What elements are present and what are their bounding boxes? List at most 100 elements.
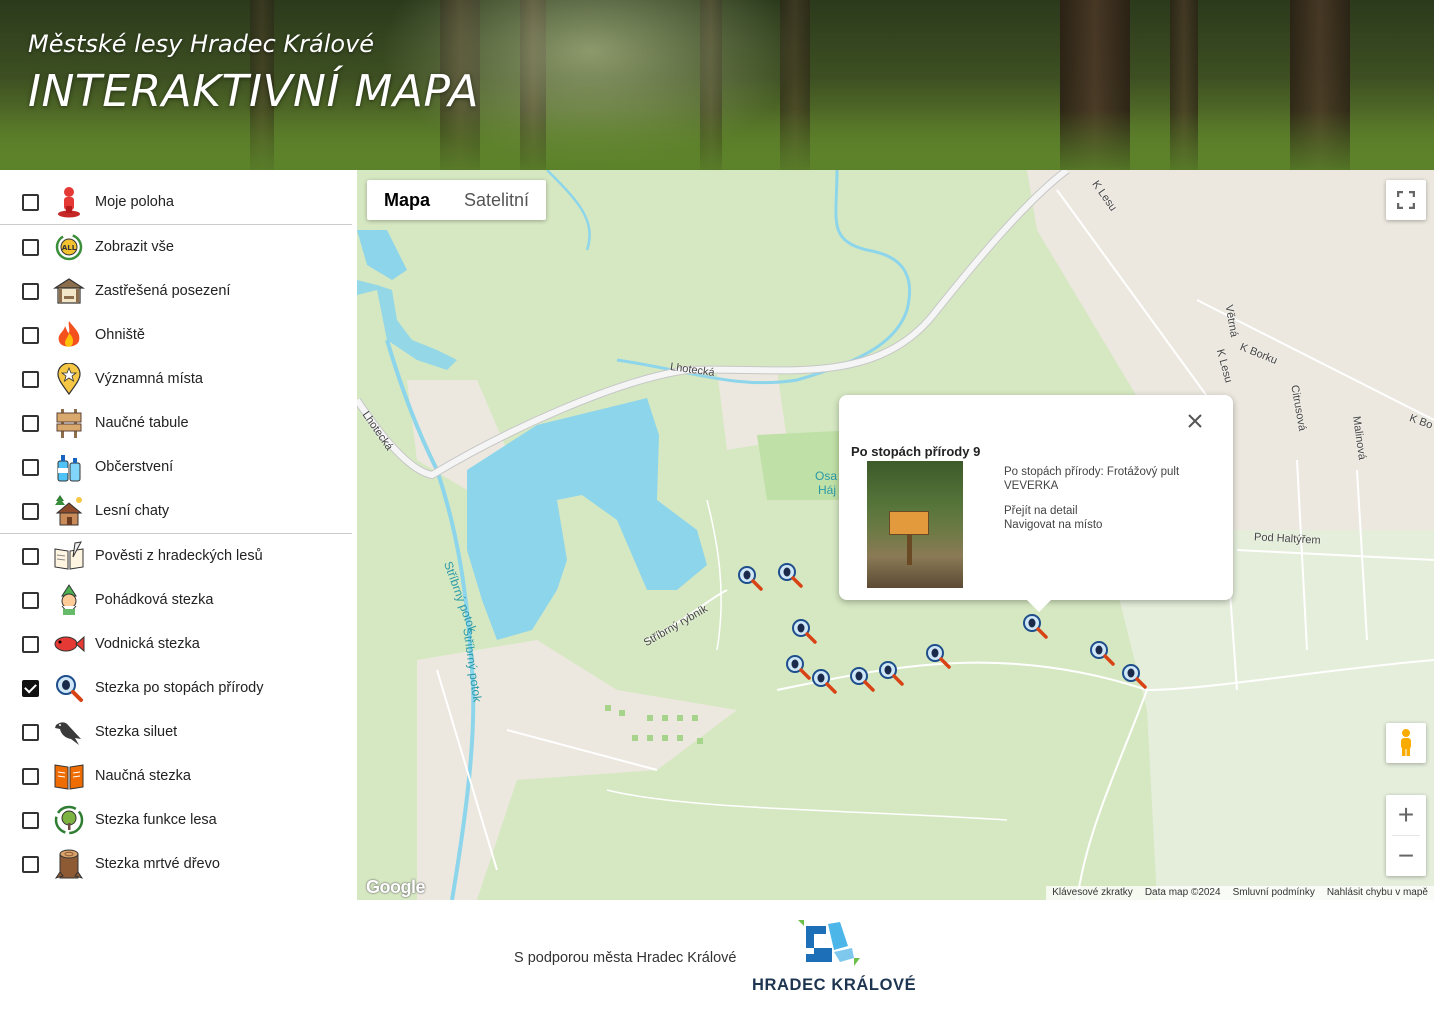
fullscreen-icon <box>1397 191 1415 209</box>
layer-label: Moje poloha <box>95 194 174 210</box>
person-location-icon <box>53 186 85 218</box>
photo-board <box>889 511 929 535</box>
layer-label: Vodnická stezka <box>95 636 200 652</box>
checkbox[interactable] <box>22 679 39 697</box>
layer-item-pohadkova-stezka[interactable]: Pohádková stezka <box>0 578 352 622</box>
checkbox[interactable] <box>22 547 39 565</box>
log-icon <box>53 848 85 880</box>
fish-icon <box>53 628 85 660</box>
layer-item-obcerstveni[interactable]: Občerstvení <box>0 445 352 489</box>
magnifier-beetle-icon[interactable] <box>1020 611 1050 641</box>
street-view-button[interactable] <box>1386 723 1426 763</box>
detail-link[interactable]: Přejít na detail <box>1004 505 1078 517</box>
magnifier-beetle-icon[interactable] <box>735 563 765 593</box>
page-title: INTERAKTIVNÍ MAPA <box>28 66 479 117</box>
layer-item-povesti[interactable]: Pověsti z hradeckých lesů <box>0 534 352 578</box>
info-window: Po stopách přírody 9 Po stopách přírody:… <box>839 395 1233 612</box>
magnifier-beetle-icon[interactable] <box>847 664 877 694</box>
layer-label: Zastřešená posezení <box>95 283 231 299</box>
layer-label: Občerstvení <box>95 459 174 475</box>
layer-item-stezka-funkce-lesa[interactable]: Stezka funkce lesa <box>0 798 352 842</box>
layer-label: Naučné tabule <box>95 415 189 431</box>
layer-item-moje-poloha[interactable]: Moje poloha <box>0 180 352 224</box>
checkbox[interactable] <box>22 458 39 476</box>
layer-label: Ohniště <box>95 327 145 343</box>
terms-link[interactable]: Smluvní podmínky <box>1227 886 1321 900</box>
map-type-button-satelitni[interactable]: Satelitní <box>447 180 546 220</box>
city-logo-mark <box>798 920 860 966</box>
header-banner: Městské lesy Hradec Králové INTERAKTIVNÍ… <box>0 0 1434 170</box>
checkbox[interactable] <box>22 591 39 609</box>
layer-label: Stezka mrtvé dřevo <box>95 856 220 872</box>
close-icon[interactable] <box>1183 409 1207 433</box>
magnifier-beetle-icon[interactable] <box>775 560 805 590</box>
fullscreen-button[interactable] <box>1386 180 1426 220</box>
location-photo <box>867 461 963 588</box>
checkbox[interactable] <box>22 635 39 653</box>
book-quill-icon <box>53 540 85 572</box>
map-type-button-mapa[interactable]: Mapa <box>367 180 447 220</box>
pegman-icon <box>1401 729 1411 756</box>
fire-icon <box>53 319 85 351</box>
checkbox[interactable] <box>22 855 39 873</box>
layer-item-stezka-siluet[interactable]: Stezka siluet <box>0 710 352 754</box>
magnifier-beetle-icon[interactable] <box>923 641 953 671</box>
checkbox[interactable] <box>22 767 39 785</box>
magnifier-beetle-icon[interactable] <box>876 658 906 688</box>
layer-label: Pověsti z hradeckých lesů <box>95 548 263 564</box>
layer-item-vodnicka-stezka[interactable]: Vodnická stezka <box>0 622 352 666</box>
layer-item-ohniste[interactable]: Ohniště <box>0 313 352 357</box>
svg-text:ALL: ALL <box>62 244 77 252</box>
photo-post <box>907 535 912 565</box>
checkbox[interactable] <box>22 414 39 432</box>
star-pin-icon <box>53 363 85 395</box>
forest-floor <box>0 110 1434 170</box>
layer-item-naucna-stezka[interactable]: Naučná stezka <box>0 754 352 798</box>
park-label: Osa <box>815 469 838 483</box>
info-window-title: Po stopách přírody 9 <box>851 444 981 459</box>
site-subtitle: Městské lesy Hradec Králové <box>28 30 375 58</box>
layer-item-vyznamna-mista[interactable]: Významná místa <box>0 357 352 401</box>
bottles-icon <box>53 451 85 483</box>
report-error-link[interactable]: Nahlásit chybu v mapě <box>1321 886 1434 900</box>
checkbox[interactable] <box>22 238 39 256</box>
zoom-out-button[interactable]: − <box>1386 836 1426 876</box>
google-logo[interactable]: Google <box>366 877 426 898</box>
interactive-map[interactable]: Lhotecká Lhotecká K Lesu K Lesu Větrná K… <box>357 170 1434 900</box>
signboard-icon <box>53 407 85 439</box>
layer-sidebar: Moje poloha ALL Zobrazit vše Zastřešená … <box>0 180 352 886</box>
elf-icon <box>53 584 85 616</box>
keyboard-shortcuts-link[interactable]: Klávesové zkratky <box>1046 886 1139 900</box>
city-logo[interactable]: HRADEC KRÁLOVÉ <box>752 918 916 998</box>
navigate-link[interactable]: Navigovat na místo <box>1004 519 1102 531</box>
zoom-in-button[interactable]: + <box>1386 795 1426 835</box>
layer-item-lesni-chaty[interactable]: Lesní chaty <box>0 489 352 533</box>
magnifier-beetle-icon[interactable] <box>789 616 819 646</box>
checkbox[interactable] <box>22 723 39 741</box>
layer-label: Stezka siluet <box>95 724 178 740</box>
map-attribution: Klávesové zkratky Data map ©2024 Smluvní… <box>1046 886 1434 900</box>
open-book-icon <box>53 760 85 792</box>
map-data-text: Data map ©2024 <box>1144 887 1221 898</box>
checkbox[interactable] <box>22 282 39 300</box>
layer-item-zobrazit-vse[interactable]: ALL Zobrazit vše <box>0 225 352 269</box>
checkbox[interactable] <box>22 811 39 829</box>
all-icon: ALL <box>53 231 85 263</box>
checkbox[interactable] <box>22 326 39 344</box>
magnifier-beetle-icon[interactable] <box>1119 661 1149 691</box>
magnifier-beetle-icon[interactable] <box>1087 638 1117 668</box>
layer-label: Lesní chaty <box>95 503 170 519</box>
layer-item-stezka-po-stopach-prirody[interactable]: Stezka po stopách přírody <box>0 666 352 710</box>
checkbox[interactable] <box>22 502 39 520</box>
checkbox[interactable] <box>22 370 39 388</box>
layer-item-zastresena-posezeni[interactable]: Zastřešená posezení <box>0 269 352 313</box>
magnifier-beetle-icon[interactable] <box>809 666 839 696</box>
layer-item-stezka-mrtve-drevo[interactable]: Stezka mrtvé dřevo <box>0 842 352 886</box>
checkbox[interactable] <box>22 193 39 211</box>
map-type-control: Mapa Satelitní <box>367 180 547 220</box>
info-window-description: Po stopách přírody: Frotážový pult VEVER… <box>1004 466 1180 492</box>
layer-item-naucne-tabule[interactable]: Naučné tabule <box>0 401 352 445</box>
cabin-icon <box>53 495 85 527</box>
layer-label: Stezka po stopách přírody <box>95 680 264 696</box>
zoom-control: + − <box>1386 795 1426 876</box>
